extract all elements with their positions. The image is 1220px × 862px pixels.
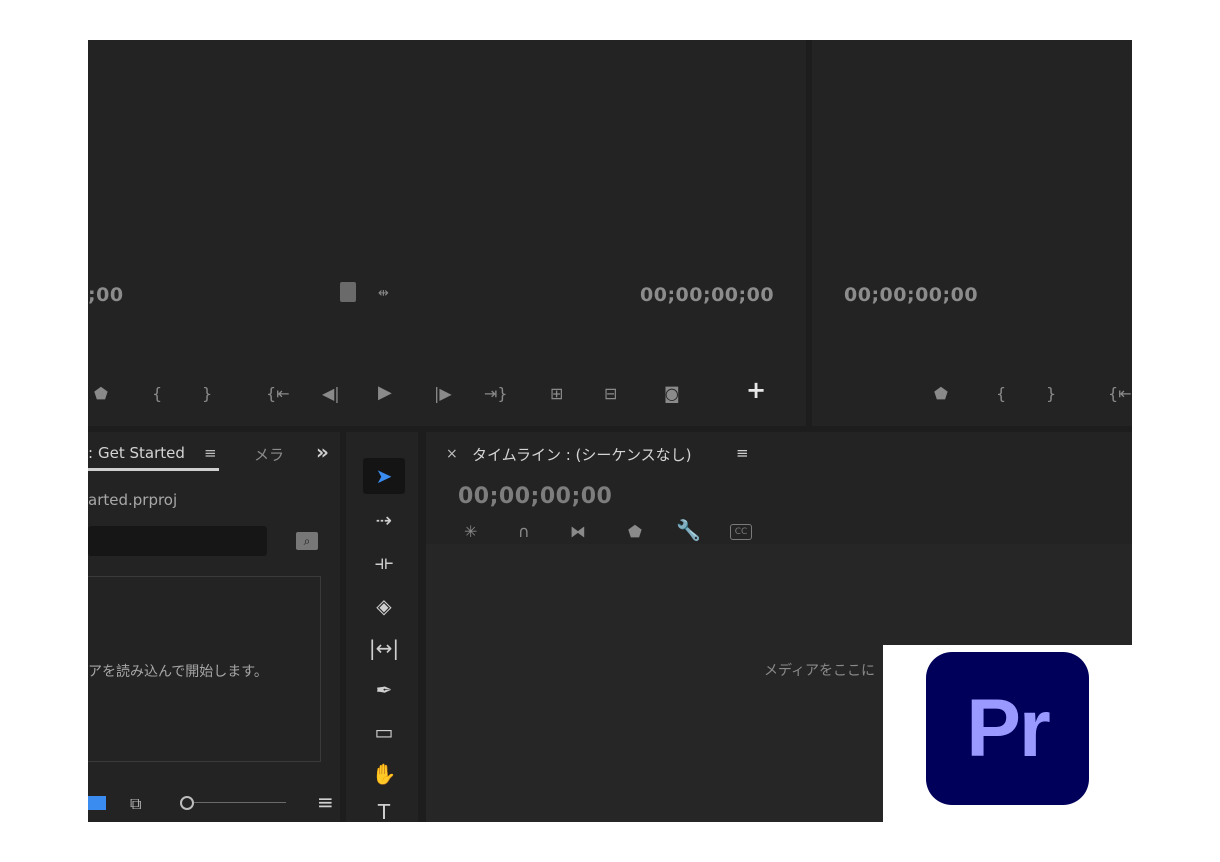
more-tabs-icon[interactable]: » <box>316 440 329 464</box>
insert-icon[interactable]: ⊞ <box>550 384 563 404</box>
add-button-icon[interactable]: + <box>746 378 766 402</box>
zoom-slider-handle[interactable] <box>180 796 194 810</box>
active-tab-underline <box>88 468 219 471</box>
wrench-icon[interactable]: 🔧 <box>676 520 701 540</box>
linked-selection-icon[interactable]: ⧓ <box>570 522 586 542</box>
tab-get-started[interactable]: Get Started <box>98 444 185 462</box>
step-forward-icon[interactable]: |▶ <box>434 384 452 404</box>
mark-in-icon[interactable]: { <box>152 384 162 404</box>
premiere-pro-logo: Pr <box>926 652 1089 805</box>
insert-clip-icon[interactable] <box>340 282 356 302</box>
timeline-marker-icon[interactable]: ⬟ <box>628 522 642 542</box>
mark-out-icon[interactable]: } <box>202 384 212 404</box>
panel-menu-icon[interactable]: ≡ <box>204 444 217 462</box>
find-icon[interactable]: ⌕ <box>296 532 318 550</box>
audio-waveform-icon[interactable]: ⇹ <box>378 284 389 304</box>
drop-media-message: メディアをここに <box>764 663 876 679</box>
source-timecode-right[interactable]: 00;00;00;00 <box>640 284 774 306</box>
program-add-marker-icon[interactable]: ⬟ <box>934 384 948 404</box>
program-mark-out-icon[interactable]: } <box>1046 384 1056 404</box>
program-mark-in-icon[interactable]: { <box>996 384 1006 404</box>
project-menu-icon[interactable]: ≡ <box>317 790 334 814</box>
nest-sequence-icon[interactable]: ✳ <box>464 522 477 542</box>
search-input[interactable] <box>88 526 267 556</box>
icon-view-icon[interactable]: ⧉ <box>130 794 141 814</box>
snap-icon[interactable]: ∩ <box>518 522 530 542</box>
slip-tool-icon[interactable]: |↔| <box>363 630 405 666</box>
premiere-pro-logo-text: Pr <box>966 682 1051 774</box>
source-monitor: ;00 ⇹ 00;00;00;00 ⬟ { } {⇤ ◀| ▶ |▶ ⇥} ⊞ … <box>88 40 806 426</box>
razor-tool-icon[interactable]: ◈ <box>363 588 405 624</box>
project-tab-prefix: : <box>88 444 94 462</box>
program-go-to-in-icon[interactable]: {⇤ <box>1108 384 1132 404</box>
timeline-close-icon[interactable]: × <box>446 446 458 462</box>
play-icon[interactable]: ▶ <box>378 383 392 403</box>
project-filename: arted.prproj <box>88 491 178 509</box>
list-view-icon[interactable] <box>88 796 106 810</box>
selection-tool-icon[interactable]: ➤ <box>363 458 405 494</box>
captions-icon[interactable]: CC <box>730 524 752 540</box>
zoom-slider-track[interactable] <box>194 802 286 803</box>
step-back-icon[interactable]: ◀| <box>322 384 340 404</box>
tab-media-browser[interactable]: メラ <box>254 444 284 465</box>
track-select-tool-icon[interactable]: ⇢ <box>363 502 405 538</box>
overwrite-icon[interactable]: ⊟ <box>604 384 617 404</box>
program-monitor: 00;00;00;00 ⬟ { } {⇤ <box>812 40 1132 426</box>
tools-panel: ➤ ⇢ ⟛ ◈ |↔| ✒ ▭ ✋ T <box>346 432 418 822</box>
go-to-out-icon[interactable]: ⇥} <box>484 384 508 404</box>
timeline-timecode[interactable]: 00;00;00;00 <box>458 484 612 509</box>
hand-tool-icon[interactable]: ✋ <box>363 756 405 792</box>
ripple-edit-tool-icon[interactable]: ⟛ <box>363 544 405 580</box>
add-marker-icon[interactable]: ⬟ <box>94 384 108 404</box>
import-media-message: アを読み込んで開始します。 <box>88 664 268 680</box>
timeline-menu-icon[interactable]: ≡ <box>736 444 749 462</box>
program-timecode[interactable]: 00;00;00;00 <box>844 284 978 306</box>
export-frame-icon[interactable]: ◙ <box>664 384 680 404</box>
project-panel: : Get Started ≡ メラ » arted.prproj ⌕ アを読み… <box>88 432 340 822</box>
go-to-in-icon[interactable]: {⇤ <box>266 384 290 404</box>
rectangle-tool-icon[interactable]: ▭ <box>363 714 405 750</box>
source-timecode-left[interactable]: ;00 <box>88 284 124 306</box>
type-tool-icon[interactable]: T <box>363 794 405 822</box>
timeline-title[interactable]: タイムライン : (シーケンスなし) <box>472 444 692 465</box>
pen-tool-icon[interactable]: ✒ <box>363 672 405 708</box>
